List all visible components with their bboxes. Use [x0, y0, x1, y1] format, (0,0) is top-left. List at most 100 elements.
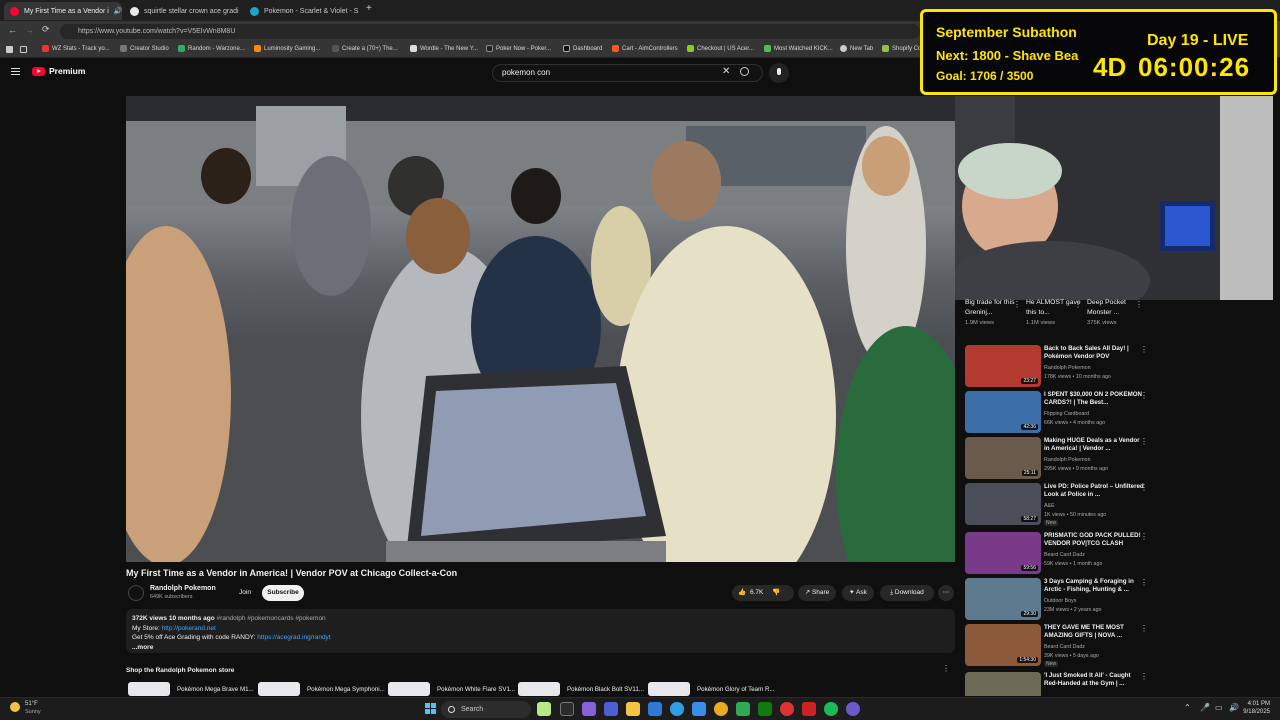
recommendation-channel[interactable]: A&E — [1044, 503, 1055, 509]
widget-icon[interactable] — [537, 702, 551, 716]
bookmark-item[interactable]: Luminosity Gaming... — [254, 45, 320, 52]
volume-icon[interactable]: 🔊 — [1229, 703, 1239, 712]
more-icon[interactable]: ⋮ — [1074, 300, 1082, 309]
recommendation-item[interactable]: 1:54:30 THEY GAVE ME THE MOST AMAZING GI… — [965, 624, 1155, 667]
recommendation-channel[interactable]: Randolph Pokemon — [1044, 365, 1091, 371]
chrome-icon[interactable] — [714, 702, 728, 716]
chevron-up-icon[interactable]: ⌃ — [1184, 703, 1191, 712]
weather-temp[interactable]: 51°F — [25, 701, 38, 707]
bookmark-item[interactable]: Create a (70+) The... — [332, 45, 398, 52]
video-thumbnail[interactable] — [965, 672, 1041, 696]
tab-pokemon[interactable]: Pokemon - Scarlet & Violet - S ✕ — [244, 2, 362, 20]
recommendation-item[interactable]: 29:30 3 Days Camping & Foraging in Arcti… — [965, 578, 1155, 620]
app-icon[interactable] — [802, 702, 816, 716]
search-icon[interactable] — [740, 67, 749, 76]
video-thumbnail[interactable]: 23:27 — [965, 345, 1041, 387]
recommendation-channel[interactable]: Randolph Pokemon — [1044, 457, 1091, 463]
bookmark-item[interactable]: Wordle - The New Y... — [410, 45, 478, 52]
clear-search-icon[interactable]: ✕ — [722, 66, 730, 77]
bookmark-item[interactable]: Checkout | US Acer... — [687, 45, 754, 52]
recommendation-channel[interactable]: Outdoor Boys — [1044, 598, 1076, 604]
task-view-icon[interactable] — [560, 702, 574, 716]
bookmark-item[interactable]: Most Watched KICK... — [764, 45, 833, 52]
more-actions-button[interactable]: ⋯ — [938, 585, 954, 601]
more-icon[interactable]: ⋮ — [1013, 300, 1021, 309]
video-thumbnail[interactable]: 29:30 — [965, 578, 1041, 620]
menu-icon[interactable] — [11, 68, 20, 75]
address-bar[interactable]: https://www.youtube.com/watch?v=V5EIvWn8… — [60, 24, 920, 39]
app-icon[interactable] — [736, 702, 750, 716]
more-icon[interactable]: ⋮ — [1140, 624, 1148, 633]
more-icon[interactable]: ⋮ — [1140, 532, 1148, 541]
video-thumbnail[interactable]: 42:36 — [965, 391, 1041, 433]
more-icon[interactable]: ⋮ — [1140, 345, 1148, 354]
more-icon[interactable]: ⋮ — [1140, 578, 1148, 587]
video-thumbnail[interactable]: 1:54:30 — [965, 624, 1041, 666]
product-item[interactable]: Pokémon Mega Brave M1... — [128, 682, 254, 696]
product-item[interactable]: Pokémon White Flare SV1... — [388, 682, 515, 696]
promo-link[interactable]: https://acegrad.ing/randyt — [257, 634, 330, 641]
store-icon[interactable] — [648, 702, 662, 716]
voice-search-button[interactable] — [769, 63, 789, 83]
store-link[interactable]: http://pokerand.net — [162, 625, 216, 632]
video-description[interactable]: 372K views 10 months ago #randolph #poke… — [126, 609, 955, 653]
youtube-logo[interactable]: Premium — [32, 66, 85, 76]
hashtags[interactable]: #randolph #pokemoncards #pokemon — [217, 615, 326, 622]
bookmark-item[interactable]: Creator Studio — [120, 45, 169, 52]
bookmark-item[interactable]: Random - Warzone... — [178, 45, 245, 52]
spotify-icon[interactable] — [824, 702, 838, 716]
recommendation-item[interactable]: 25:11 Making HUGE Deals as a Vendor in A… — [965, 437, 1155, 479]
tab-youtube[interactable]: My First Time as a Vendor i 🔊 ✕ — [4, 2, 122, 20]
forward-icon[interactable]: → — [25, 25, 34, 35]
back-icon[interactable]: ← — [8, 25, 17, 35]
windows-start-icon[interactable] — [425, 703, 436, 714]
apps-icon[interactable] — [6, 46, 13, 53]
recommendation-channel[interactable]: Beard Card Dadz — [1044, 644, 1085, 650]
xbox-icon[interactable] — [758, 702, 772, 716]
bookmark-item[interactable]: Poker Now - Poker... — [486, 45, 551, 52]
recommendation-item[interactable]: 42:36 I SPENT $30,000 ON 2 POKEMON CARDS… — [965, 391, 1155, 433]
bookmark-item[interactable]: Shopify Co — [882, 45, 921, 52]
more-icon[interactable]: ⋮ — [1135, 300, 1143, 309]
recommendation-item[interactable]: 23:27 Back to Back Sales All Day! | Poké… — [965, 345, 1155, 387]
channel-avatar[interactable] — [128, 585, 144, 601]
ask-button[interactable]: ✦ Ask — [842, 585, 874, 601]
recommendation-item[interactable]: 58:27 Live PD: Police Patrol – Unfiltere… — [965, 483, 1155, 526]
video-thumbnail[interactable]: 58:27 — [965, 483, 1041, 525]
like-icon[interactable]: 👍 — [738, 585, 746, 601]
clock-time[interactable]: 4:01 PM — [1246, 701, 1270, 707]
show-more-link[interactable]: ...more — [132, 643, 949, 653]
product-item[interactable]: Pokémon Black Bolt SV11... — [518, 682, 644, 696]
video-thumbnail[interactable]: 25:11 — [965, 437, 1041, 479]
tab-search[interactable]: squirtle stellar crown ace gradi ✕ — [124, 2, 242, 20]
weather-sun-icon[interactable] — [10, 702, 20, 712]
share-button[interactable]: ↗ Share — [798, 585, 836, 601]
grid-icon[interactable] — [20, 46, 27, 53]
more-icon[interactable]: ⋮ — [1140, 483, 1148, 492]
record-icon[interactable] — [780, 702, 794, 716]
edge-icon[interactable] — [670, 702, 684, 716]
bookmark-item[interactable]: WZ Stats - Track yo... — [42, 45, 110, 52]
bookmark-item[interactable]: Dashboard — [563, 45, 602, 52]
subscribe-button[interactable]: Subscribe — [262, 585, 304, 601]
like-count[interactable]: 6.7K — [750, 585, 763, 601]
file-explorer-icon[interactable] — [626, 702, 640, 716]
more-icon[interactable]: ⋮ — [1140, 672, 1148, 681]
bookmark-item[interactable]: Cart - AimControllers — [612, 45, 678, 52]
recommendation-item[interactable]: 'I Just Smoked It All' - Caught Red-Hand… — [965, 672, 1155, 696]
copilot-icon[interactable] — [582, 702, 596, 716]
discord-icon[interactable] — [846, 702, 860, 716]
more-icon[interactable]: ⋮ — [1140, 391, 1148, 400]
video-thumbnail[interactable]: 59:56 — [965, 532, 1041, 574]
teams-icon[interactable] — [604, 702, 618, 716]
recommendation-item[interactable]: 59:56 PRISMATIC GOD PACK PULLED! VENDOR … — [965, 532, 1155, 574]
recommendation-channel[interactable]: Beard Card Dadz — [1044, 552, 1085, 558]
network-icon[interactable]: ▭ — [1215, 703, 1223, 712]
video-player[interactable] — [126, 96, 955, 562]
more-icon[interactable]: ⋮ — [942, 664, 950, 673]
mic-icon[interactable]: 🎤 — [1200, 703, 1210, 712]
outlook-icon[interactable] — [692, 702, 706, 716]
recommendation-channel[interactable]: Flipping Cardboard — [1044, 411, 1089, 417]
channel-name[interactable]: Randolph Pokemon — [150, 585, 216, 592]
more-icon[interactable]: ⋮ — [1140, 437, 1148, 446]
